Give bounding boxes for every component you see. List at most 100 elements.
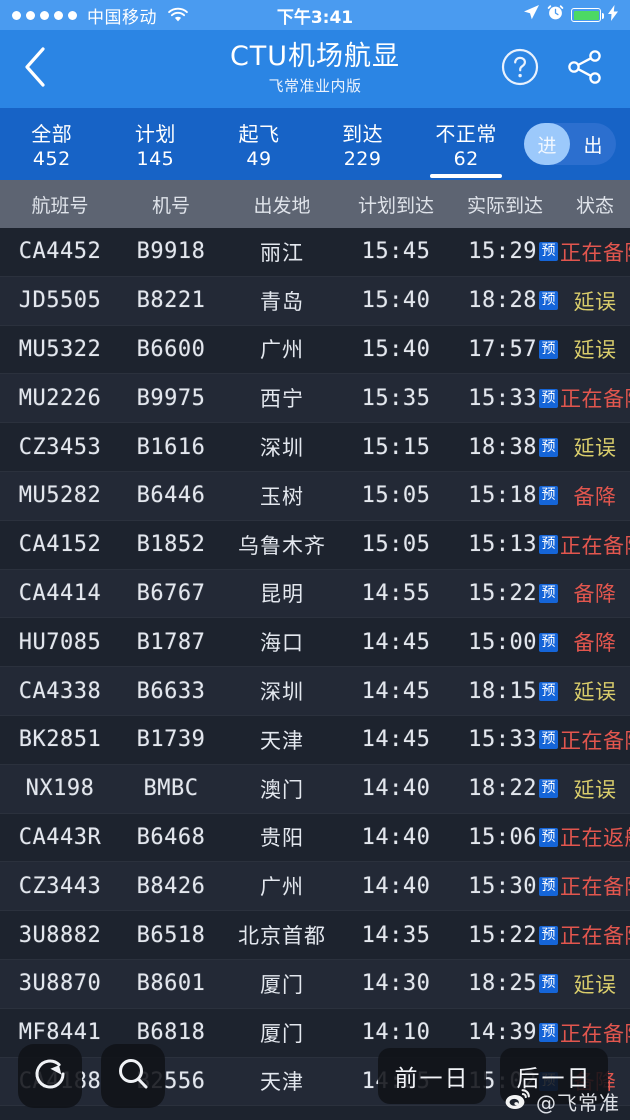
cell-scheduled-arrival: 15:35 xyxy=(361,385,431,411)
table-row[interactable]: CA4152 B1852 乌鲁木齐 15:05 15:13预正在备降 xyxy=(0,520,630,570)
table-row[interactable]: BK2851 B1739 天津 14:45 15:33预正在备降 xyxy=(0,715,630,765)
table-row[interactable]: CA4338 B6633 深圳 14:45 18:15 预延误 xyxy=(0,667,630,716)
estimated-badge: 预 xyxy=(539,827,558,847)
search-icon xyxy=(114,1055,152,1097)
cell-actual-arrival: 15:29 xyxy=(468,239,537,265)
status-badge: 延误 xyxy=(573,289,617,314)
tab-abnormal[interactable]: 不正常 62 xyxy=(414,108,518,180)
table-row[interactable]: HU7085 B1787 海口 14:45 15:00 预备降 xyxy=(0,618,630,668)
cell-scheduled-arrival: 15:40 xyxy=(361,336,431,362)
column-header-scheduled-arrival: 计划到达 xyxy=(357,194,434,217)
cell-aircraft-reg: B6633 xyxy=(136,678,206,704)
cell-actual-arrival: 15:13 xyxy=(468,532,537,558)
weibo-icon xyxy=(504,1088,530,1115)
estimated-badge: 预 xyxy=(539,339,558,359)
status-badge: 正在返航 xyxy=(560,826,630,851)
table-row[interactable]: CA443R B6468 贵阳 14:40 15:06预正在返航 xyxy=(0,813,630,863)
cell-actual-arrival: 15:18 xyxy=(468,483,537,509)
tab-label: 计划 xyxy=(134,122,176,146)
table-row[interactable]: MU5282 B6446 玉树 15:05 15:18 预备降 xyxy=(0,471,630,521)
status-bar: 中国移动 下午3:41 xyxy=(0,0,630,30)
arrival-departure-toggle[interactable]: 进 出 xyxy=(523,123,616,165)
cell-origin: 丽江 xyxy=(260,240,304,265)
cell-actual-arrival: 17:57 xyxy=(468,336,537,362)
share-button[interactable] xyxy=(566,49,604,89)
estimated-badge: 预 xyxy=(539,535,558,555)
cell-flight-no: MU5322 xyxy=(18,336,102,362)
cell-flight-no: 3U8870 xyxy=(18,971,102,997)
cell-actual-arrival: 15:06 xyxy=(468,824,537,850)
estimated-badge: 预 xyxy=(539,681,558,701)
toggle-option-departure[interactable]: 出 xyxy=(570,131,616,158)
status-badge: 延误 xyxy=(573,972,617,997)
cell-aircraft-reg: B1739 xyxy=(136,727,206,753)
back-button[interactable] xyxy=(0,30,70,108)
column-header-actual-arrival: 实际到达 xyxy=(466,194,543,217)
cell-origin: 厦门 xyxy=(260,1021,304,1046)
previous-day-button[interactable]: 前一日 xyxy=(378,1048,486,1104)
cell-scheduled-arrival: 14:30 xyxy=(361,971,431,997)
help-button[interactable] xyxy=(500,47,540,91)
table-row[interactable]: MU5322 B6600 广州 15:40 17:57 预延误 xyxy=(0,325,630,375)
table-row[interactable]: 3U8882 B6518 北京首都 14:35 15:22预正在备降 xyxy=(0,911,630,960)
cell-flight-no: CA4452 xyxy=(18,239,102,265)
tab-arrived[interactable]: 到达 229 xyxy=(311,108,415,180)
page-subtitle: 飞常准业内版 xyxy=(268,76,362,95)
cell-scheduled-arrival: 14:40 xyxy=(361,824,431,850)
cell-aircraft-reg: B1787 xyxy=(136,629,206,655)
table-row[interactable]: CA4414 B6767 昆明 14:55 15:22 预备降 xyxy=(0,569,630,619)
table-row[interactable]: CZ3453 B1616 深圳 15:15 18:38 预延误 xyxy=(0,423,630,472)
cell-origin: 天津 xyxy=(260,728,304,753)
refresh-button[interactable] xyxy=(18,1044,82,1108)
status-badge: 正在备降 xyxy=(560,387,630,412)
table-row[interactable]: NX198 BMBC 澳门 14:40 18:22 预延误 xyxy=(0,764,630,814)
cell-actual-arrival: 14:39 xyxy=(468,1020,537,1046)
refresh-icon xyxy=(30,1054,70,1098)
table-row[interactable]: MU2226 B9975 西宁 15:35 15:33预正在备降 xyxy=(0,374,630,424)
estimated-badge: 预 xyxy=(539,779,558,799)
cell-flight-no: CZ3453 xyxy=(18,434,102,460)
tab-scheduled[interactable]: 计划 145 xyxy=(104,108,208,180)
cell-scheduled-arrival: 15:40 xyxy=(361,288,431,314)
column-header-status: 状态 xyxy=(575,194,614,217)
wifi-icon xyxy=(167,7,189,23)
carrier-label: 中国移动 xyxy=(87,7,157,28)
cell-aircraft-reg: B6818 xyxy=(136,1020,206,1046)
table-row[interactable]: CA4452 B9918 丽江 15:45 15:29预正在备降 xyxy=(0,228,630,277)
search-button[interactable] xyxy=(101,1044,165,1108)
cell-scheduled-arrival: 14:40 xyxy=(361,776,431,802)
question-mark-circle-icon xyxy=(500,47,540,91)
watermark-text: @飞常准 xyxy=(536,1091,620,1115)
cell-origin: 青岛 xyxy=(260,289,304,314)
lightning-bolt-icon xyxy=(608,4,618,26)
cell-aircraft-reg: BMBC xyxy=(143,776,199,802)
cell-flight-no: CA4338 xyxy=(18,678,102,704)
cell-aircraft-reg: B6468 xyxy=(136,824,206,850)
estimated-badge: 预 xyxy=(539,974,558,994)
table-row[interactable]: CZ3443 B8426 广州 14:40 15:30预正在备降 xyxy=(0,862,630,912)
cell-scheduled-arrival: 14:45 xyxy=(361,727,431,753)
cell-origin: 广州 xyxy=(260,875,304,900)
chevron-left-icon xyxy=(22,46,48,92)
table-row[interactable]: 3U8870 B8601 厦门 14:30 18:25 预延误 xyxy=(0,959,630,1009)
tab-label: 起飞 xyxy=(238,122,280,146)
cell-scheduled-arrival: 15:05 xyxy=(361,483,431,509)
cell-flight-no: BK2851 xyxy=(18,727,102,753)
cell-aircraft-reg: B9918 xyxy=(136,239,206,265)
toggle-option-arrival[interactable]: 进 xyxy=(524,131,570,158)
table-header-row: 航班号 机号 出发地 计划到达 实际到达 状态 xyxy=(0,180,630,228)
cell-actual-arrival: 18:28 xyxy=(468,288,537,314)
flight-table-body[interactable]: CA4452B9918丽江15:4515:29预正在备降JD5505B8221青… xyxy=(0,228,630,1107)
table-row[interactable]: JD5505 B8221 青岛 15:40 18:28 预延误 xyxy=(0,276,630,326)
cell-actual-arrival: 15:33 xyxy=(468,727,537,753)
tab-all[interactable]: 全部 452 xyxy=(0,108,104,180)
tab-label: 不正常 xyxy=(435,122,497,146)
cell-aircraft-reg: B1852 xyxy=(136,532,206,558)
status-badge: 正在备降 xyxy=(560,728,630,753)
status-badge: 正在备降 xyxy=(560,533,630,558)
tab-departed[interactable]: 起飞 49 xyxy=(207,108,311,180)
battery-icon xyxy=(571,8,604,22)
cell-aircraft-reg: B6767 xyxy=(136,580,206,606)
tab-count: 49 xyxy=(246,148,272,170)
cell-flight-no: CA443R xyxy=(18,824,102,850)
